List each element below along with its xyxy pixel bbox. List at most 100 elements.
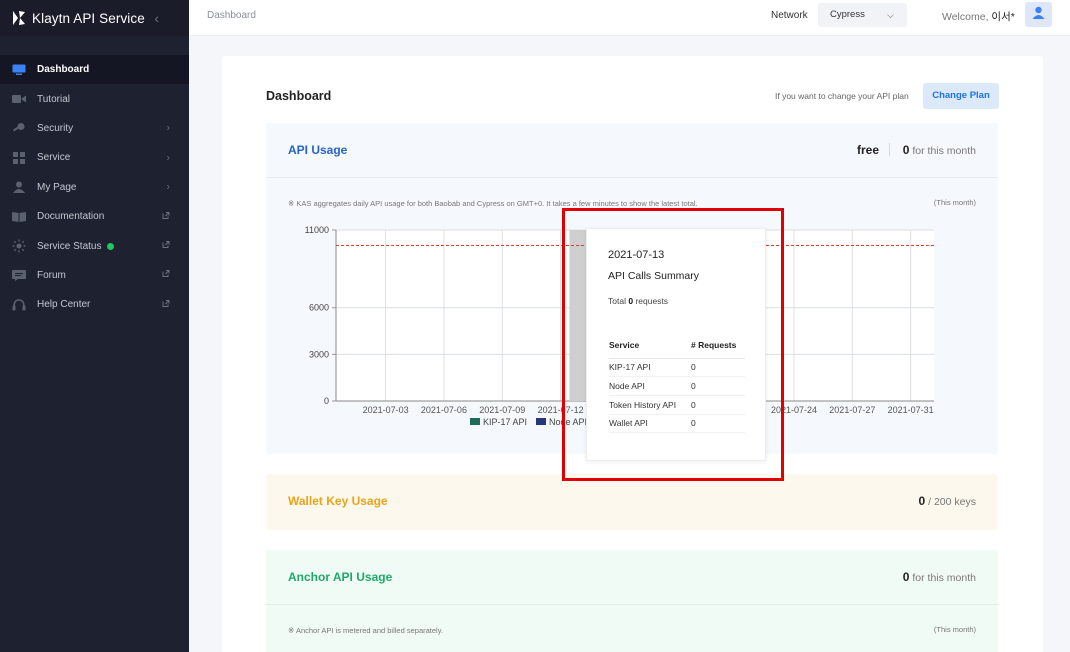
sidebar-item-label: My Page <box>37 181 77 193</box>
tooltip-requests: 0 <box>691 376 745 396</box>
tooltip-service: KIP-17 API <box>609 358 691 378</box>
network-label: Network <box>771 10 808 21</box>
collapse-sidebar-icon[interactable]: ‹ <box>154 10 159 26</box>
change-plan-button[interactable]: Change Plan <box>923 83 999 109</box>
sidebar-item-label: Help Center <box>37 299 91 311</box>
tooltip-total: Total 0 requests <box>608 296 668 306</box>
legend-label: Node API <box>549 417 587 427</box>
legend-label: KIP-17 API <box>483 417 527 427</box>
anchor-api-count-suffix: for this month <box>912 572 976 584</box>
sidebar-item-service[interactable]: Service › <box>0 143 189 172</box>
sidebar-nav: Dashboard Tutorial Security › Service › … <box>0 55 189 320</box>
wallet-key-count: 0/ 200 keys <box>918 494 976 508</box>
network-select-value: Cypress <box>830 9 865 20</box>
anchor-api-count-value: 0 <box>902 570 910 584</box>
key-icon <box>11 122 26 134</box>
sidebar-item-help-center[interactable]: Help Center <box>0 290 189 319</box>
tooltip-service: Token History API <box>609 395 691 415</box>
sidebar-item-label: Service Status <box>37 240 102 252</box>
sidebar-item-label: Tutorial <box>37 93 70 105</box>
external-link-icon <box>162 299 170 310</box>
welcome-text: Welcome, 이서* <box>942 9 1015 24</box>
external-link-icon <box>162 211 170 222</box>
klaytn-logo-icon <box>11 10 27 26</box>
sidebar-item-tutorial[interactable]: Tutorial <box>0 84 189 113</box>
x-tick-label: 2021-07-27 <box>829 405 875 415</box>
tooltip-title: API Calls Summary <box>608 270 700 282</box>
chevron-right-icon: › <box>166 122 170 134</box>
y-tick-label: 6000 <box>309 303 329 313</box>
page-title: Dashboard <box>266 89 332 103</box>
sidebar-item-label: Documentation <box>37 211 105 223</box>
tooltip-service: Wallet API <box>609 414 691 434</box>
sidebar-item-label: Security <box>37 122 74 134</box>
sidebar-item-documentation[interactable]: Documentation <box>0 202 189 231</box>
x-tick-label: 2021-07-09 <box>479 405 525 415</box>
topbar: Dashboard Network Cypress ⌵ Welcome, 이서* <box>189 0 1070 36</box>
anchor-api-note: ※ Anchor API is metered and billed separ… <box>288 626 443 635</box>
brand-name[interactable]: Klaytn API Service <box>32 11 145 26</box>
wallet-key-usage-title[interactable]: Wallet Key Usage <box>288 494 388 508</box>
video-icon <box>11 93 26 105</box>
x-tick-label: 2021-07-03 <box>363 405 409 415</box>
tooltip-total-prefix: Total <box>608 296 626 306</box>
welcome-prefix: Welcome, <box>942 11 989 23</box>
sun-icon <box>11 239 26 253</box>
chevron-down-icon: ⌵ <box>887 10 894 20</box>
anchor-api-usage-title[interactable]: Anchor API Usage <box>288 570 392 584</box>
user-icon <box>11 181 26 194</box>
x-tick-label: 2021-07-31 <box>888 405 934 415</box>
sidebar-item-forum[interactable]: Forum <box>0 261 189 290</box>
user-menu-button[interactable] <box>1025 2 1052 27</box>
tooltip-requests: 0 <box>691 414 745 434</box>
status-indicator-dot <box>107 242 115 250</box>
wallet-key-count-value: 0 <box>918 494 926 508</box>
headset-icon <box>11 299 26 311</box>
legend-swatch <box>470 418 480 425</box>
network-select[interactable]: Cypress ⌵ <box>818 3 907 27</box>
tooltip-requests: 0 <box>691 358 745 378</box>
sidebar-item-label: Forum <box>37 269 66 281</box>
table-row: Token History API 0 <box>609 395 745 415</box>
tooltip-col-service: Service <box>609 333 691 359</box>
sidebar-item-my-page[interactable]: My Page › <box>0 173 189 202</box>
chevron-right-icon: › <box>166 152 170 164</box>
tooltip-total-value: 0 <box>628 296 634 306</box>
brand: Klaytn API Service ‹ <box>0 0 189 36</box>
tooltip-col-requests: # Requests <box>691 333 745 359</box>
external-link-icon <box>162 241 170 252</box>
user-avatar-icon <box>1032 6 1045 24</box>
sidebar-item-label: Service <box>37 152 71 164</box>
legend-swatch <box>536 418 546 425</box>
tooltip-total-suffix: requests <box>635 296 669 306</box>
anchor-api-count: 0 for this month <box>903 570 976 584</box>
x-tick-label: 2021-07-12 <box>538 405 584 415</box>
table-row: KIP-17 API 0 <box>609 358 745 378</box>
plan-hint: If you want to change your API plan <box>775 91 909 101</box>
table-row: Node API 0 <box>609 376 745 396</box>
y-tick-label: 0 <box>324 396 329 406</box>
x-tick-label: 2021-07-24 <box>771 405 817 415</box>
chat-icon <box>11 269 26 281</box>
tooltip-table: Service # Requests KIP-17 API 0 Node API 0… <box>609 333 745 434</box>
chart-tooltip: 2021-07-13 API Calls Summary Total 0 req… <box>586 228 766 461</box>
sidebar-item-label: Dashboard <box>37 64 90 76</box>
sidebar: Klaytn API Service ‹ Dashboard Tutorial … <box>0 0 189 652</box>
tooltip-requests: 0 <box>691 395 745 415</box>
tooltip-table-header: Service # Requests <box>609 333 745 359</box>
sidebar-item-security[interactable]: Security › <box>0 114 189 143</box>
breadcrumb: Dashboard <box>207 10 256 21</box>
sidebar-item-service-status[interactable]: Service Status <box>0 231 189 260</box>
anchor-api-usage-header: Anchor API Usage 0 for this month <box>266 550 998 605</box>
tooltip-date: 2021-07-13 <box>608 249 665 261</box>
wallet-key-count-suffix: / 200 keys <box>928 496 976 508</box>
tooltip-service: Node API <box>609 376 691 396</box>
anchor-api-period: (This month) <box>933 625 976 634</box>
chevron-right-icon: › <box>166 181 170 193</box>
monitor-icon <box>11 64 26 76</box>
external-link-icon <box>162 270 170 281</box>
x-tick-label: 2021-07-06 <box>421 405 467 415</box>
y-tick-label: 3000 <box>309 349 329 359</box>
user-name: 이서* <box>991 11 1015 23</box>
sidebar-item-dashboard[interactable]: Dashboard <box>0 55 189 85</box>
